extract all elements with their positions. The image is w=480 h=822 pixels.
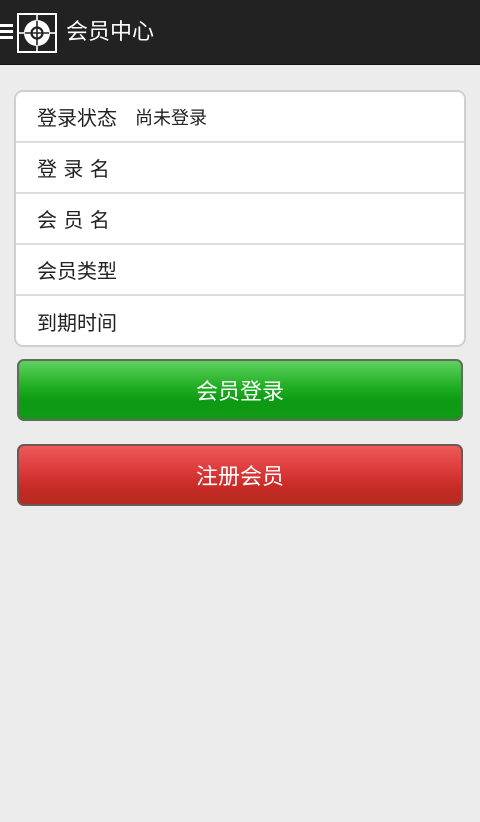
login-status-value: 尚未登录 xyxy=(135,107,207,129)
hamburger-menu-icon[interactable] xyxy=(0,24,13,42)
expiry-date-label: 到期时间 xyxy=(37,311,117,335)
info-row-member-type: 会员类型 xyxy=(16,245,464,296)
login-status-label: 登录状态 xyxy=(37,106,117,130)
member-name-label: 会 员 名 xyxy=(37,208,110,232)
info-row-expiry-date: 到期时间 xyxy=(16,296,464,345)
info-row-member-name: 会 员 名 xyxy=(16,194,464,245)
member-login-button[interactable]: 会员登录 xyxy=(17,359,463,421)
register-member-button[interactable]: 注册会员 xyxy=(17,444,463,506)
crosshair-logo-icon[interactable] xyxy=(17,13,57,53)
login-name-label: 登 录 名 xyxy=(37,157,110,181)
member-type-label: 会员类型 xyxy=(37,259,117,283)
member-info-card: 登录状态 尚未登录 登 录 名 会 员 名 会员类型 到期时间 xyxy=(14,90,466,347)
page-title: 会员中心 xyxy=(66,20,155,45)
info-row-login-status: 登录状态 尚未登录 xyxy=(16,92,464,143)
info-row-login-name: 登 录 名 xyxy=(16,143,464,194)
app-bar: 会员中心 xyxy=(0,0,480,65)
